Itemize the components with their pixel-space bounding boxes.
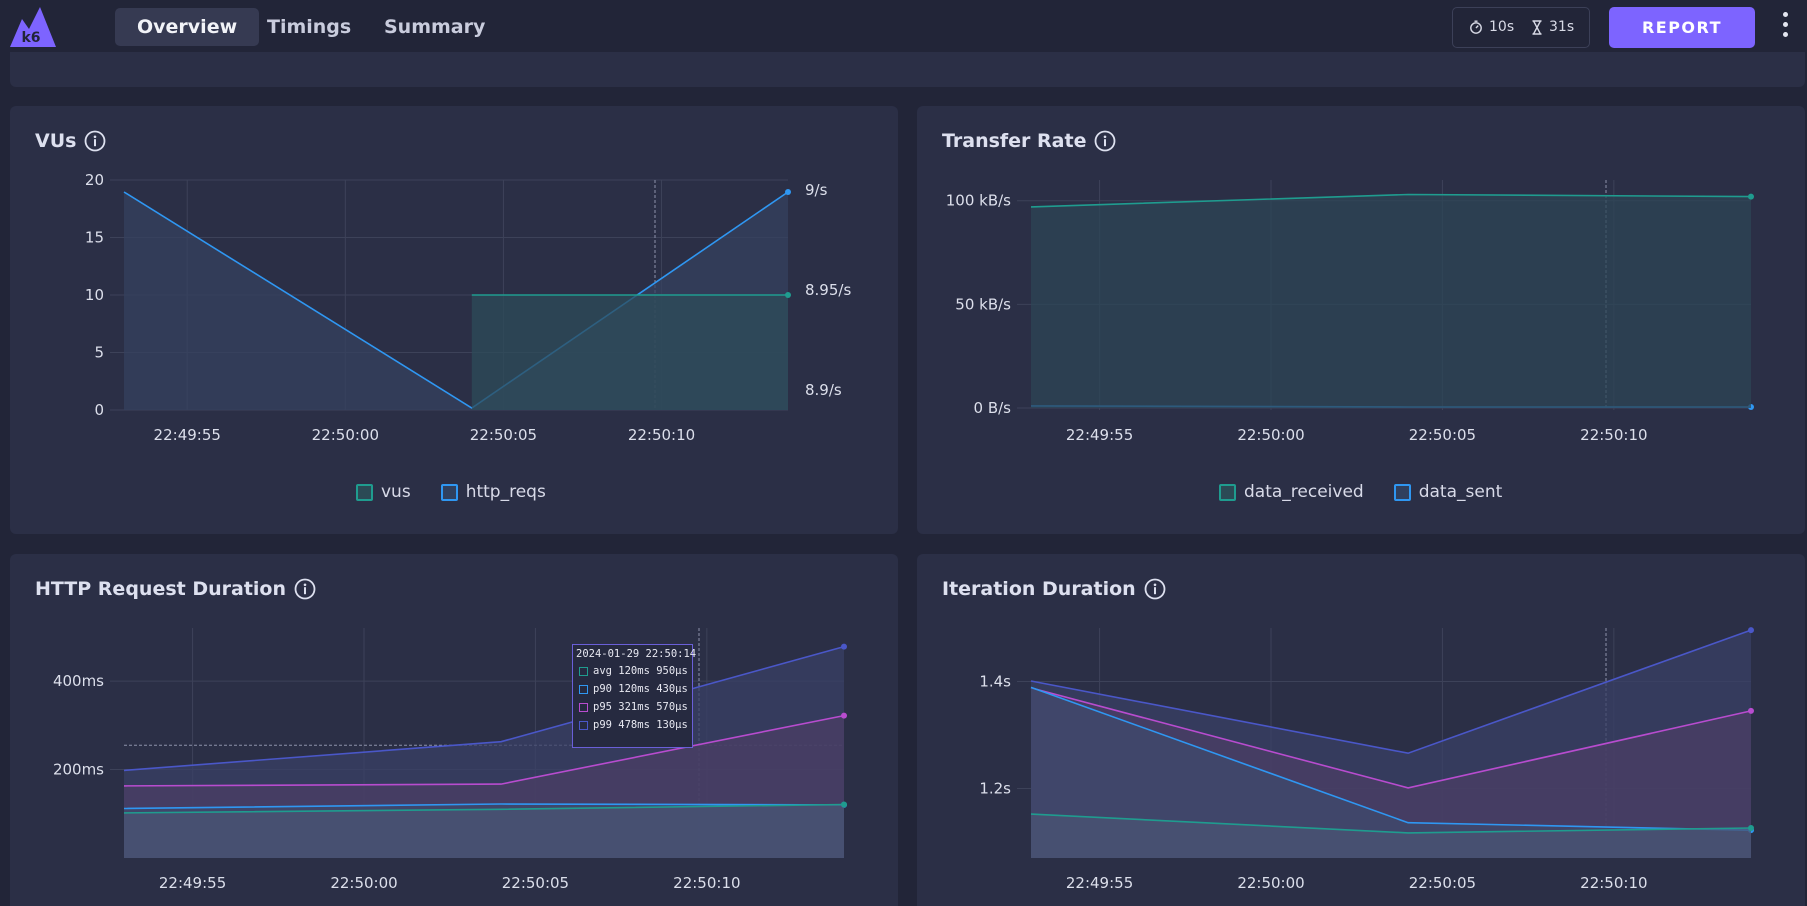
y-right-tick-label: 8.95/s — [805, 281, 851, 299]
legend-item-http-reqs[interactable]: http_reqs — [440, 482, 546, 502]
legend-label-http-reqs: http_reqs — [465, 482, 546, 502]
tooltip-title: 2024-01-29 22:50:14 — [576, 648, 697, 660]
y-tick-label: 10 — [85, 286, 104, 304]
vus-panel: VUs 22:49:55 22:50:00 22:50:05 22:50:10 0 5 10… — [10, 106, 898, 534]
tooltip-row-label: p95 321ms 570µs — [593, 701, 688, 713]
series-endpoint-p99 — [841, 643, 847, 650]
legend-label-vus: vus — [381, 482, 411, 502]
x-tick-label: 22:50:00 — [1237, 426, 1304, 444]
tab-timings[interactable]: Timings — [245, 8, 373, 46]
legend-label-data-sent: data_sent — [1418, 482, 1503, 502]
legend-item-data-received[interactable]: data_received — [1219, 482, 1364, 502]
transfer-rate-panel: Transfer Rate 22:49:55 22:50:00 22:50:05 22… — [917, 106, 1805, 534]
series-area-data_received — [1031, 194, 1751, 408]
x-tick-label: 22:50:10 — [673, 874, 740, 892]
series-endpoint-vus — [785, 292, 791, 298]
tab-summary[interactable]: Summary — [362, 8, 507, 46]
x-tick-label: 22:50:05 — [1409, 426, 1476, 444]
series-endpoint-p99 — [1748, 627, 1754, 634]
stopwatch-icon — [1470, 20, 1482, 34]
http-duration-chart[interactable]: 22:49:55 22:50:00 22:50:05 22:50:10 200ms 400… — [10, 554, 898, 906]
x-tick-label: 22:49:55 — [1066, 426, 1133, 444]
x-tick-label: 22:50:05 — [502, 874, 569, 892]
tooltip-row-label: avg 120ms 950µs — [593, 665, 688, 677]
y-tick-label: 20 — [85, 171, 104, 189]
x-tick-label: 22:49:55 — [1066, 874, 1133, 892]
x-tick-label: 22:50:10 — [1580, 874, 1647, 892]
series-area-vus — [471, 295, 788, 410]
series-endpoint-data_received — [1748, 193, 1754, 200]
tooltip-row-p90: p90 120ms 430µs — [579, 683, 689, 695]
y-tick-label: 1.2s — [979, 779, 1011, 797]
vus-chart[interactable]: 22:49:55 22:50:00 22:50:05 22:50:10 0 5 10 15 20… — [10, 106, 898, 534]
x-tick-label: 22:49:55 — [159, 874, 226, 892]
transfer-legend: data_received data_sent — [1219, 482, 1502, 502]
x-tick-label: 22:49:55 — [154, 426, 221, 444]
x-tick-label: 22:50:00 — [330, 874, 397, 892]
y-tick-label: 200ms — [53, 761, 104, 779]
top-bar: k6 Overview Timings Summary 10s 31s REPO… — [0, 0, 1807, 52]
report-button[interactable]: REPORT — [1609, 7, 1755, 48]
duration-value: 31s — [1549, 19, 1575, 35]
tooltip-row-p95: p95 321ms 570µs — [579, 701, 689, 713]
y-tick-label: 1.4s — [979, 672, 1011, 690]
x-tick-label: 22:50:05 — [470, 426, 537, 444]
x-tick-label: 22:50:00 — [312, 426, 379, 444]
transfer-rate-chart[interactable]: 22:49:55 22:50:00 22:50:05 22:50:10 0 B/s 50 … — [917, 106, 1805, 534]
logo-text: k6 — [21, 30, 40, 46]
duration-indicator: 31s — [1531, 19, 1574, 35]
y-tick-label: 50 kB/s — [955, 295, 1011, 313]
series-endpoint-avg — [1748, 825, 1754, 832]
tab-overview[interactable]: Overview — [115, 8, 260, 46]
legend-item-vus[interactable]: vus — [356, 482, 411, 502]
series-endpoint-p95 — [1748, 707, 1754, 714]
y-right-tick-label: 8.9/s — [805, 381, 842, 399]
y-tick-label: 0 — [94, 401, 104, 419]
chart-tooltip: 2024-01-29 22:50:14 avg 120ms 950µs p90 … — [572, 644, 697, 748]
k6-logo[interactable]: k6 — [10, 5, 56, 47]
y-tick-label: 5 — [94, 344, 104, 362]
series-endpoint-avg — [841, 801, 847, 808]
tooltip-row-avg: avg 120ms 950µs — [579, 665, 689, 677]
y-tick-label: 15 — [85, 229, 104, 247]
hourglass-icon — [1532, 19, 1542, 35]
x-tick-label: 22:50:10 — [628, 426, 695, 444]
http-request-duration-panel: HTTP Request Duration 22:49:55 22:50:00 22… — [10, 554, 898, 906]
legend-label-data-received: data_received — [1244, 482, 1364, 502]
tooltip-row-p99: p99 478ms 130µs — [579, 719, 689, 731]
x-tick-label: 22:50:10 — [1580, 426, 1647, 444]
iteration-duration-chart[interactable]: 22:49:55 22:50:00 22:50:05 22:50:10 1.2s 1.4s — [917, 554, 1805, 906]
legend-item-data-sent[interactable]: data_sent — [1393, 482, 1503, 502]
summary-strip — [10, 52, 1805, 87]
more-menu-icon[interactable] — [1778, 12, 1792, 42]
y-tick-label: 400ms — [53, 672, 104, 690]
x-tick-label: 22:50:00 — [1237, 874, 1304, 892]
tooltip-row-label: p90 120ms 430µs — [593, 683, 688, 695]
period-value: 10s — [1489, 19, 1515, 35]
vus-legend: vus http_reqs — [356, 482, 546, 502]
y-tick-label: 0 B/s — [974, 399, 1012, 417]
tooltip-row-label: p99 478ms 130µs — [593, 719, 688, 731]
period-indicator: 10s — [1469, 19, 1514, 35]
y-right-tick-label: 9/s — [805, 181, 828, 199]
x-tick-label: 22:50:05 — [1409, 874, 1476, 892]
iteration-duration-panel: Iteration Duration 22:49:55 22:50:00 22:50… — [917, 554, 1805, 906]
y-tick-label: 100 kB/s — [946, 192, 1011, 210]
series-endpoint-p95 — [841, 712, 847, 719]
series-endpoint-http_reqs — [785, 189, 791, 195]
time-info-box: 10s 31s — [1452, 7, 1590, 48]
